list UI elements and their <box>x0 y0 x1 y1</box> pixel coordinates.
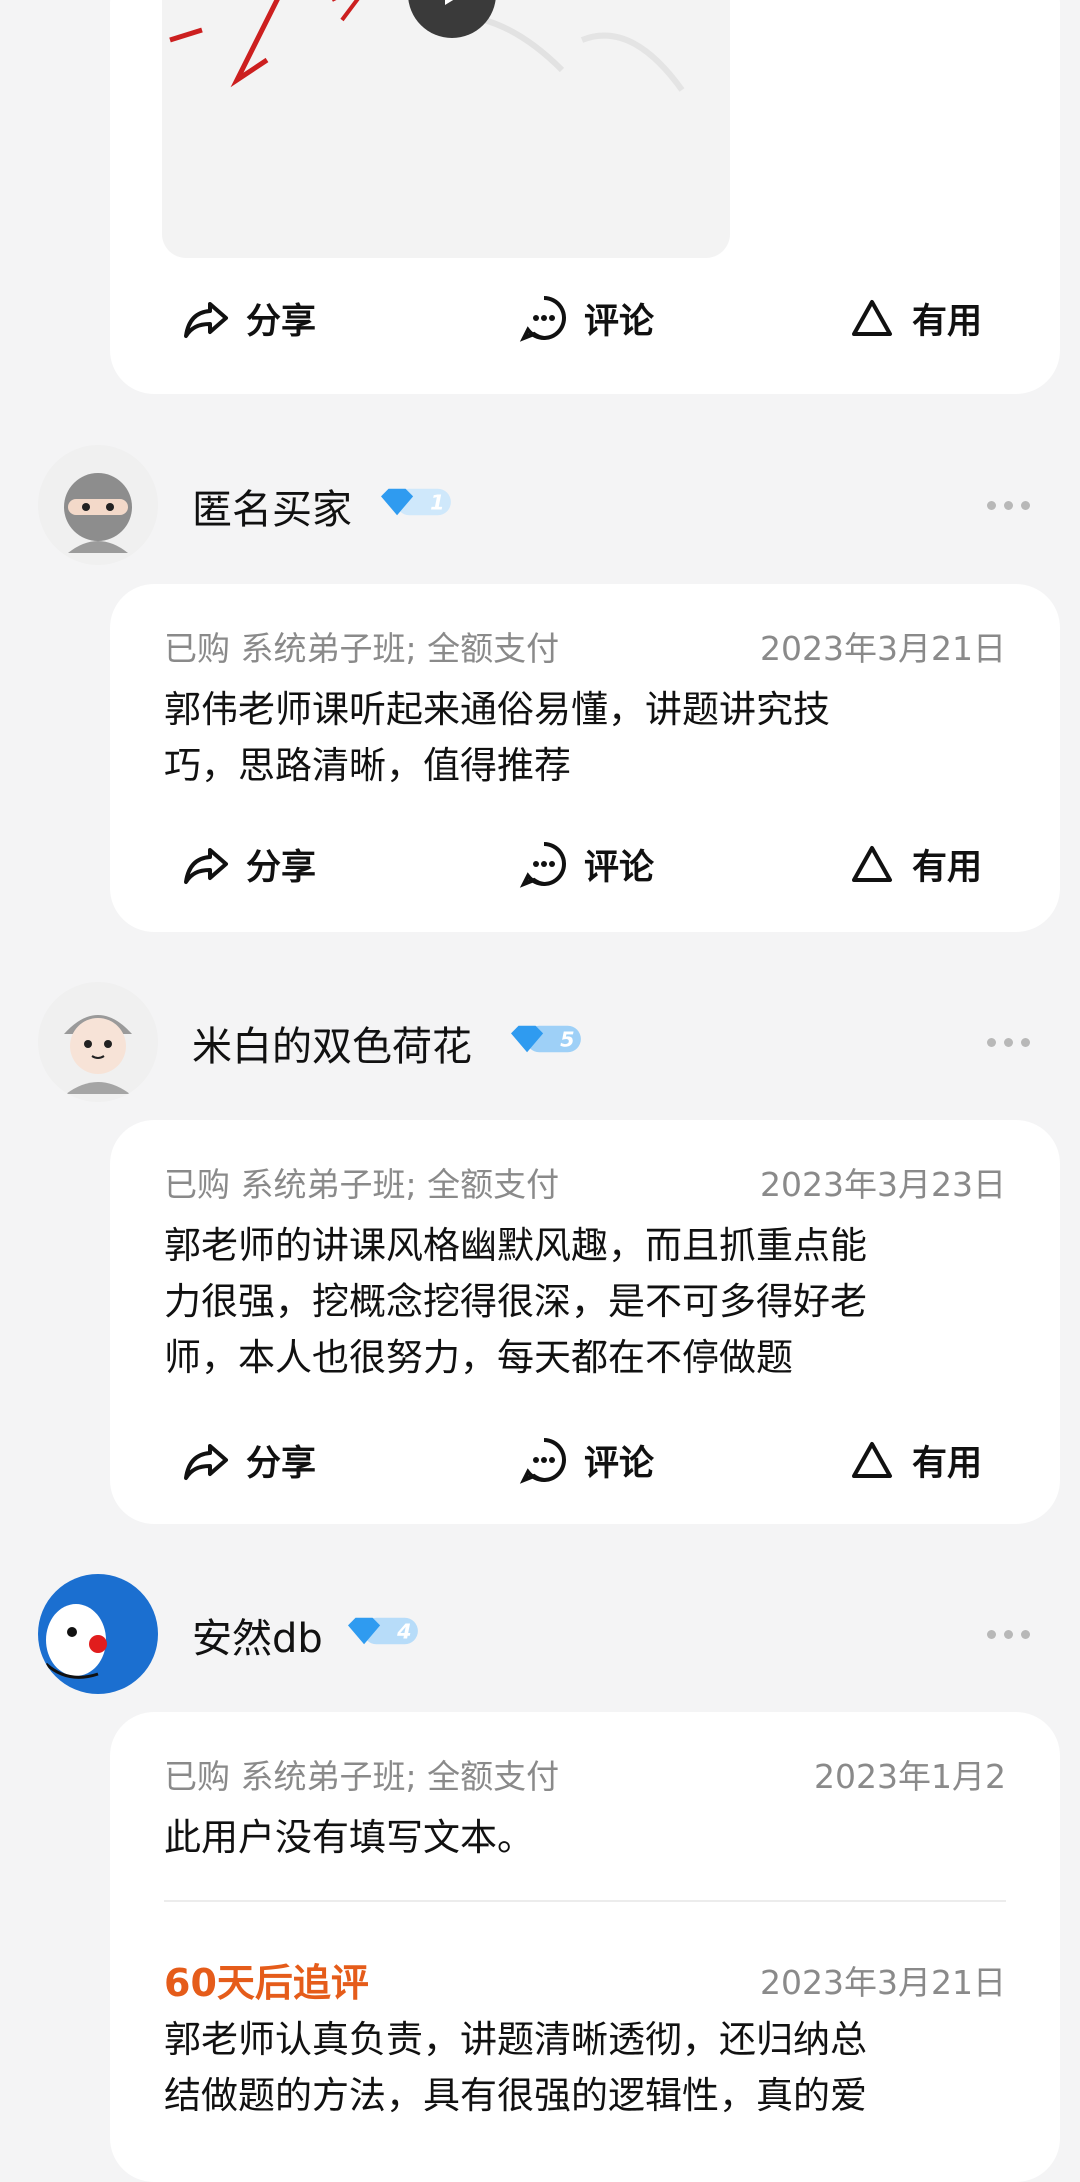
comment-button[interactable]: 评论 <box>518 1434 654 1486</box>
level-badge: 4 <box>348 1617 418 1645</box>
useful-button[interactable]: 有用 <box>846 1434 982 1486</box>
useful-label: 有用 <box>912 1443 983 1484</box>
helmet-avatar-icon <box>38 982 158 1102</box>
followup-text: 郭老师认真负责，讲题清晰透彻，还归纳总 结做题的方法，具有很强的逻辑性，真的爱 <box>164 2018 867 2117</box>
review-text: 郭老师的讲课风格幽默风趣，而且抓重点能 力很强，挖概念挖得很深，是不可多得好老 … <box>164 1224 867 1379</box>
purchase-info: 已购 系统弟子班; 全额支付 <box>164 1757 560 1796</box>
triangle-icon <box>852 846 892 882</box>
share-button[interactable]: 分享 <box>180 292 316 344</box>
svg-text:5: 5 <box>560 1028 574 1052</box>
more-options-button[interactable] <box>987 501 1030 510</box>
review-header: 安然db 4 <box>0 1574 1080 1704</box>
divider <box>164 1900 1006 1902</box>
action-bar: 分享 评论 有用 <box>110 288 1060 348</box>
review-date: 2023年3月23日 <box>760 1165 1006 1204</box>
share-icon <box>184 1444 228 1480</box>
comment-label: 评论 <box>584 847 655 888</box>
action-bar: 分享 评论 有用 <box>110 1430 1060 1490</box>
play-icon <box>445 0 454 5</box>
more-options-button[interactable] <box>987 1038 1030 1047</box>
followup-date: 2023年3月21日 <box>760 1963 1006 2002</box>
level-badge: 5 <box>511 1025 581 1053</box>
comment-button[interactable]: 评论 <box>518 292 654 344</box>
purchase-info: 已购 系统弟子班; 全额支付 <box>164 1165 560 1204</box>
cartoon-avatar-icon <box>38 1574 158 1694</box>
comment-button[interactable]: 评论 <box>518 838 654 890</box>
avatar[interactable] <box>38 1574 158 1694</box>
action-bar: 分享 评论 有用 <box>110 834 1060 894</box>
purchase-info: 已购 系统弟子班; 全额支付 <box>164 629 560 668</box>
followup-label: 60天后追评 <box>164 1961 369 2005</box>
ninja-avatar-icon <box>38 445 158 565</box>
more-options-button[interactable] <box>987 1630 1030 1639</box>
share-icon <box>184 302 228 338</box>
comment-icon <box>519 842 566 888</box>
comment-label: 评论 <box>584 1443 655 1484</box>
comment-label: 评论 <box>584 301 655 342</box>
share-icon <box>184 848 228 884</box>
triangle-icon <box>852 1442 892 1478</box>
comment-icon <box>519 296 566 342</box>
review-header: 匿名买家 1 <box>0 445 1080 575</box>
review-card: 已购 系统弟子班; 全额支付 2023年3月21日 郭伟老师课听起来通俗易懂，讲… <box>110 584 1060 932</box>
useful-label: 有用 <box>912 847 983 888</box>
avatar[interactable] <box>38 982 158 1102</box>
comment-icon <box>519 1438 566 1484</box>
share-button[interactable]: 分享 <box>180 1434 316 1486</box>
svg-text:4: 4 <box>396 1620 411 1644</box>
avatar[interactable] <box>38 445 158 565</box>
level-badge: 1 <box>381 488 451 516</box>
review-card-top: 分享 评论 有用 <box>110 0 1060 394</box>
username[interactable]: 安然db <box>192 1606 323 1664</box>
video-thumbnail[interactable] <box>162 0 730 258</box>
share-label: 分享 <box>246 301 317 342</box>
useful-label: 有用 <box>912 301 983 342</box>
handwriting-image <box>169 0 685 92</box>
username[interactable]: 米白的双色荷花 <box>192 1014 472 1072</box>
review-text: 此用户没有填写文本。 <box>164 1816 534 1859</box>
share-button[interactable]: 分享 <box>180 838 316 890</box>
share-label: 分享 <box>246 1443 317 1484</box>
svg-text:1: 1 <box>430 491 444 515</box>
review-card: 已购 系统弟子班; 全额支付 2023年3月23日 郭老师的讲课风格幽默风趣，而… <box>110 1120 1060 1524</box>
triangle-icon <box>852 300 892 336</box>
review-text: 郭伟老师课听起来通俗易懂，讲题讲究技 巧，思路清晰，值得推荐 <box>164 688 830 787</box>
review-card: 已购 系统弟子班; 全额支付 2023年1月2 此用户没有填写文本。 60天后追… <box>110 1712 1060 2182</box>
username[interactable]: 匿名买家 <box>192 477 352 535</box>
review-header: 米白的双色荷花 5 <box>0 982 1080 1112</box>
useful-button[interactable]: 有用 <box>846 838 982 890</box>
review-date: 2023年1月2 <box>814 1757 1006 1796</box>
share-label: 分享 <box>246 847 317 888</box>
useful-button[interactable]: 有用 <box>846 292 982 344</box>
review-date: 2023年3月21日 <box>760 629 1006 668</box>
